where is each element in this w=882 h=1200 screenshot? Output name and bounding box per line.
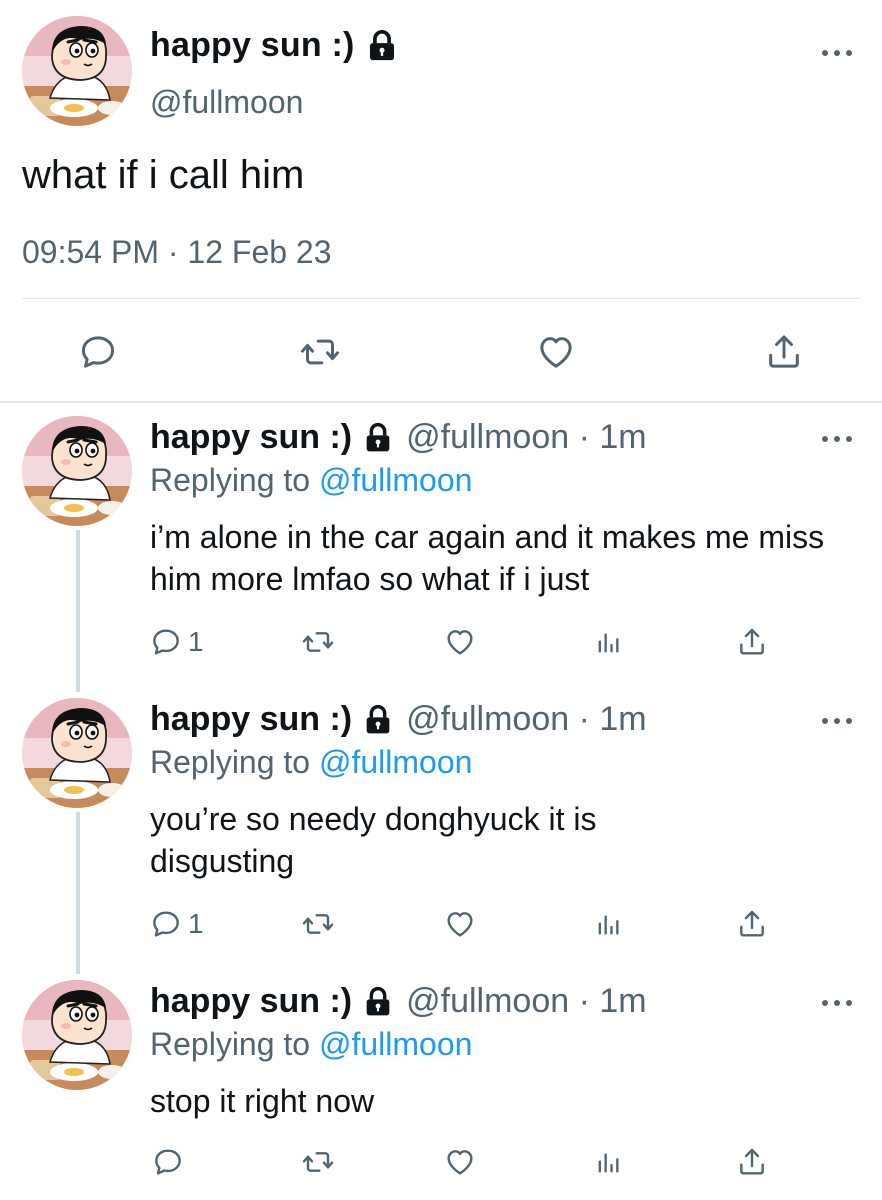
retweet-icon[interactable]: [302, 1146, 334, 1178]
avatar[interactable]: [22, 698, 132, 808]
author-handle[interactable]: @fullmoon: [150, 84, 303, 121]
replying-to-mention[interactable]: @fullmoon: [319, 1026, 472, 1062]
lock-icon: [362, 986, 394, 1018]
lock-icon: [365, 29, 399, 63]
more-icon[interactable]: [822, 998, 852, 1008]
more-icon[interactable]: [822, 716, 852, 726]
stats-icon[interactable]: [594, 1148, 622, 1178]
author-handle-time[interactable]: @fullmoon · 1m: [406, 418, 646, 457]
reply-tweet[interactable]: happy sun :) @fullmoon · 1m Replying to …: [0, 402, 882, 682]
divider: [22, 298, 860, 299]
like-icon[interactable]: [444, 908, 476, 940]
author-name-row: happy sun :): [150, 26, 399, 65]
replying-to: Replying to @fullmoon: [150, 1026, 472, 1063]
author-display-name[interactable]: happy sun :): [150, 700, 352, 739]
reply-button[interactable]: 1: [150, 908, 204, 940]
lock-icon: [362, 422, 394, 454]
avatar[interactable]: [22, 16, 132, 126]
like-icon[interactable]: [444, 1146, 476, 1178]
reply-button[interactable]: 1: [150, 626, 204, 658]
share-icon[interactable]: [736, 1146, 768, 1178]
tweet-text: you’re so needy donghyuck it is disgusti…: [150, 801, 597, 879]
retweet-icon[interactable]: [302, 626, 334, 658]
more-icon[interactable]: [822, 434, 852, 444]
replying-to-label: Replying to: [150, 462, 319, 498]
replying-to-mention[interactable]: @fullmoon: [319, 462, 472, 498]
author-display-name[interactable]: happy sun :): [150, 418, 352, 457]
tweet-timestamp[interactable]: 09:54 PM · 12 Feb 23: [22, 234, 332, 271]
more-icon[interactable]: [822, 48, 852, 58]
avatar[interactable]: [22, 980, 132, 1090]
share-icon[interactable]: [736, 908, 768, 940]
reply-header: happy sun :) @fullmoon · 1m: [150, 700, 647, 739]
focused-tweet: happy sun :) @fullmoon what if i call hi…: [0, 0, 882, 402]
like-icon[interactable]: [536, 332, 576, 372]
reply-header: happy sun :) @fullmoon · 1m: [150, 418, 647, 457]
replying-to-label: Replying to: [150, 744, 319, 780]
author-handle-time[interactable]: @fullmoon · 1m: [406, 700, 646, 739]
retweet-icon[interactable]: [300, 332, 340, 372]
author-display-name[interactable]: happy sun :): [150, 26, 355, 65]
lock-icon: [362, 704, 394, 736]
author-handle-time[interactable]: @fullmoon · 1m: [406, 982, 646, 1021]
reply-count: 1: [188, 626, 204, 657]
reply-icon: [150, 626, 182, 658]
tweet-text: stop it right now: [150, 1083, 375, 1119]
reply-tweet[interactable]: happy sun :) @fullmoon · 1m Replying to …: [0, 684, 882, 964]
replying-to: Replying to @fullmoon: [150, 462, 472, 499]
replying-to: Replying to @fullmoon: [150, 744, 472, 781]
replying-to-mention[interactable]: @fullmoon: [319, 744, 472, 780]
like-icon[interactable]: [444, 626, 476, 658]
share-icon[interactable]: [764, 332, 804, 372]
stats-icon[interactable]: [594, 628, 622, 658]
retweet-icon[interactable]: [302, 908, 334, 940]
reply-header: happy sun :) @fullmoon · 1m: [150, 982, 647, 1021]
stats-icon[interactable]: [594, 910, 622, 940]
reply-icon: [150, 908, 182, 940]
author-display-name[interactable]: happy sun :): [150, 982, 352, 1021]
tweet-text: i’m alone in the car again and it makes …: [150, 519, 825, 597]
reply-tweet[interactable]: happy sun :) @fullmoon · 1m Replying to …: [0, 966, 882, 1200]
tweet-text: what if i call him: [22, 153, 305, 197]
avatar[interactable]: [22, 416, 132, 526]
share-icon[interactable]: [736, 626, 768, 658]
reply-icon[interactable]: [152, 1146, 184, 1178]
reply-icon[interactable]: [78, 332, 118, 372]
replying-to-label: Replying to: [150, 1026, 319, 1062]
reply-count: 1: [188, 908, 204, 939]
